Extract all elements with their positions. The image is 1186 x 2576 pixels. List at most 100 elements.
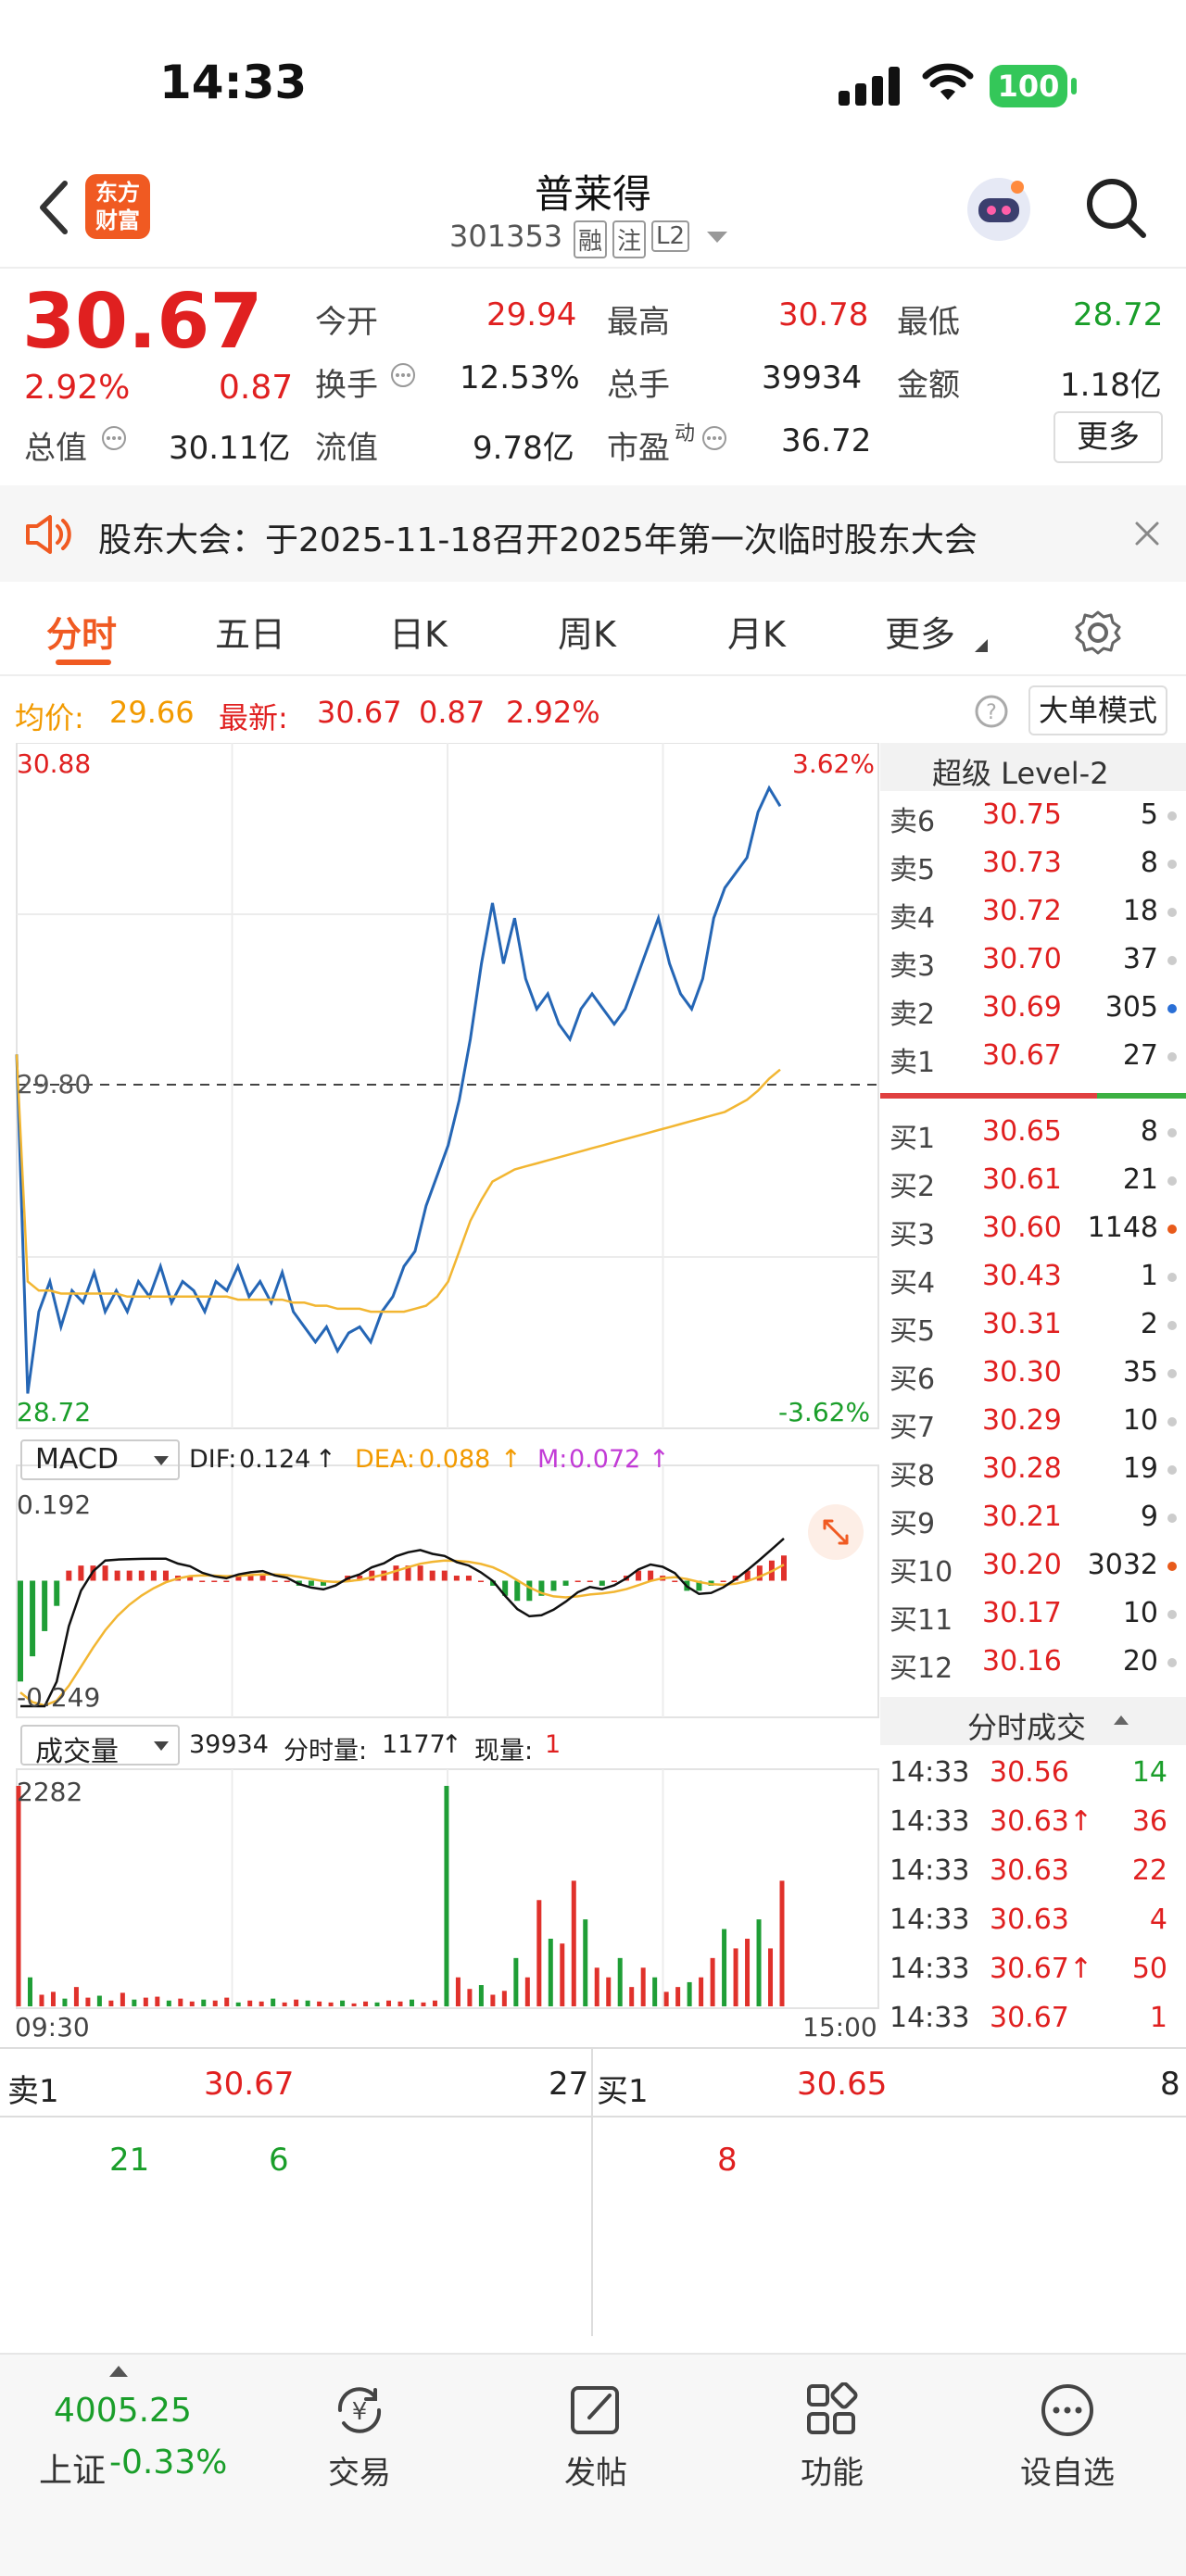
price-series-line (15, 785, 782, 1394)
tab-trade[interactable]: ¥ 交易 (267, 2355, 452, 2521)
open-value: 29.94 (486, 296, 577, 333)
ask-level-dot (1167, 908, 1177, 917)
macd-bar (478, 1580, 485, 1582)
m-up-icon: ↑ (649, 1445, 670, 1474)
intraday-chart[interactable]: 30.88 29.80 28.72 3.62% -3.62% MACD DIF:… (0, 742, 880, 2047)
settings-gear-icon[interactable] (1075, 609, 1121, 656)
pe-info-icon[interactable] (700, 424, 728, 452)
more-button[interactable]: 更多 (1054, 411, 1163, 463)
ask-level-row[interactable]: 卖5 30.73 8 (890, 839, 1177, 887)
tab-monthly-k[interactable]: 月K (727, 606, 786, 657)
ask-level-label: 卖2 (890, 999, 936, 1031)
bid-level-row[interactable]: 买6 30.30 35 (890, 1349, 1177, 1397)
logo-line1: 东方 (95, 180, 140, 206)
macd-bar (611, 1580, 617, 1582)
bid-level-price: 30.60 (982, 1212, 1062, 1244)
book-bid-vol: 8 (1160, 2066, 1180, 2103)
volume-bar (421, 2002, 426, 2006)
bid-level-row[interactable]: 买7 30.29 10 (890, 1397, 1177, 1445)
ask-level-row[interactable]: 卖3 30.70 37 (890, 936, 1177, 984)
stock-code-row[interactable]: 301353 融 注 L2 (449, 219, 746, 258)
dif-up-icon: ↑ (315, 1445, 336, 1474)
volume-bar (536, 1900, 542, 2006)
volume-selector[interactable]: 成交量 (20, 1725, 180, 1768)
eastmoney-logo[interactable]: 东方 财富 (85, 174, 150, 239)
notice-bar[interactable]: 股东大会：于2025-11-18召开2025年第一次临时股东大会 (0, 485, 1186, 582)
bid-level-row[interactable]: 买5 30.31 2 (890, 1301, 1177, 1349)
bid-level-dot (1167, 1321, 1177, 1330)
ticks-title: 分时成交 (967, 1710, 1087, 1745)
tab-five-day[interactable]: 五日 (215, 606, 285, 657)
volume-bar (363, 2001, 369, 2006)
mktcap-info-icon[interactable] (100, 424, 128, 452)
bid-level-row[interactable]: 买8 30.28 19 (890, 1445, 1177, 1493)
bid-level-row[interactable]: 买3 30.60 1148 (890, 1204, 1177, 1252)
help-icon[interactable]: ? (973, 693, 1010, 730)
expand-button[interactable] (808, 1504, 864, 1560)
svg-text:?: ? (986, 701, 997, 724)
bid-level-row[interactable]: 买9 30.21 9 (890, 1493, 1177, 1541)
tab-watchlist[interactable]: 设自选 (975, 2355, 1160, 2521)
level2-header[interactable]: 超级 Level-2 (880, 743, 1186, 791)
volume-bar (467, 1989, 473, 2006)
bid-level-dot (1167, 1514, 1177, 1523)
bid-level-dot (1167, 1273, 1177, 1282)
tab-weekly-k[interactable]: 周K (558, 606, 616, 657)
book-bid-price: 30.65 (797, 2066, 888, 2103)
macd-selector[interactable]: MACD (20, 1439, 180, 1480)
bid-level-row[interactable]: 买10 30.20 3032 (890, 1541, 1177, 1590)
tick-price: 30.67 (990, 2002, 1069, 2034)
ask-level-row[interactable]: 卖2 30.69 305 (890, 984, 1177, 1032)
volume-bar (594, 1967, 599, 2006)
bid-level-dot (1167, 1417, 1177, 1426)
search-icon[interactable] (1084, 176, 1149, 241)
expand-icon (823, 1519, 849, 1545)
ticks-header[interactable]: 分时成交 (880, 1697, 1186, 1745)
bid-level-volume: 9 (1140, 1501, 1158, 1533)
close-icon[interactable] (1134, 521, 1160, 547)
turnover-info-icon[interactable] (389, 361, 417, 389)
tab-post[interactable]: 发帖 (503, 2355, 688, 2521)
macd-bar (162, 1570, 169, 1581)
ask-level-price: 30.70 (982, 943, 1062, 975)
bid-level-label: 买12 (890, 1652, 953, 1685)
macd-bar (78, 1565, 84, 1581)
time-axis-end: 15:00 (802, 2012, 877, 2042)
tick-row: 14:33 30.63 22 (890, 1847, 1177, 1895)
macd-bar (66, 1570, 72, 1581)
volume-total: 39934 (189, 1730, 269, 1759)
ask-level-row[interactable]: 卖6 30.75 5 (890, 791, 1177, 839)
volume-bar (733, 1948, 738, 2006)
volume-bar (779, 1880, 785, 2006)
bid-level-row[interactable]: 买1 30.65 8 (890, 1108, 1177, 1156)
tab-intraday[interactable]: 分时 (46, 606, 117, 657)
watchlist-more-icon (1041, 2384, 1093, 2436)
chart-svg[interactable] (0, 742, 880, 2047)
volume-bar (178, 1998, 183, 2006)
bid-level-dot (1167, 1176, 1177, 1186)
volume-bar (722, 1929, 727, 2006)
ask-level-volume: 5 (1140, 798, 1158, 831)
index-widget[interactable]: 4005.25 上证 -0.33% (19, 2355, 241, 2521)
volume-label: 总手 (607, 367, 670, 404)
ask-queue-1: 21 (109, 2142, 150, 2179)
big-order-mode-button[interactable]: 大单模式 (1028, 685, 1167, 735)
volume-bar (85, 1997, 91, 2006)
m-value: 0.072 (569, 1445, 641, 1474)
bid-level-row[interactable]: 买11 30.17 10 (890, 1590, 1177, 1638)
ask-level-row[interactable]: 卖4 30.72 18 (890, 887, 1177, 936)
bid-level-row[interactable]: 买2 30.61 21 (890, 1156, 1177, 1204)
tab-more[interactable]: 更多 (885, 606, 955, 657)
robot-assistant-icon[interactable] (964, 174, 1034, 245)
bid-level-row[interactable]: 买12 30.16 20 (890, 1638, 1177, 1686)
volume-bar (640, 1967, 646, 2006)
amount-value: 1.18亿 (1060, 367, 1162, 404)
bid-level-row[interactable]: 买4 30.43 1 (890, 1252, 1177, 1301)
status-bar: 14:33 100 (0, 0, 1186, 157)
tab-functions[interactable]: 功能 (739, 2355, 925, 2521)
chart-tabs: 分时 五日 日K 周K 月K 更多 (0, 582, 1186, 676)
back-icon[interactable] (37, 180, 70, 235)
tick-time: 14:33 (890, 1953, 970, 1985)
tab-daily-k[interactable]: 日K (389, 606, 448, 657)
ask-level-row[interactable]: 卖1 30.67 27 (890, 1032, 1177, 1080)
